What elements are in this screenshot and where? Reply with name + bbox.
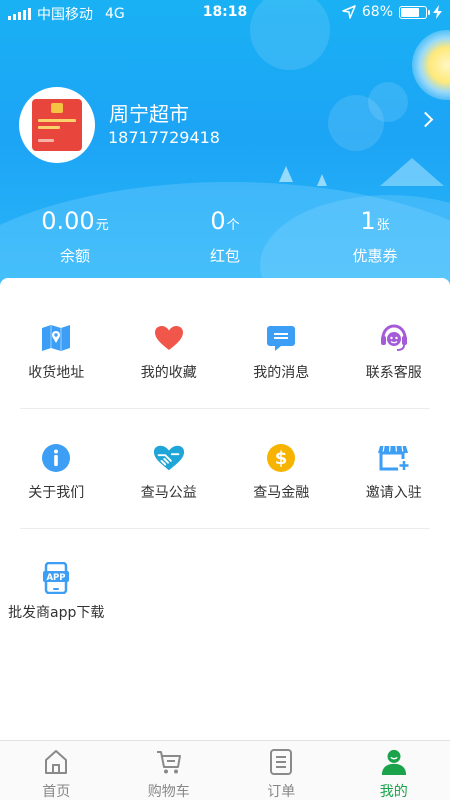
- battery-percent: 68%: [361, 4, 393, 20]
- menu-item-label: 邀请入驻: [365, 485, 422, 501]
- shop-name[interactable]: 周宁超市: [109, 98, 189, 127]
- svg-text:$: $: [275, 448, 288, 469]
- menu-row: APP 批发商app下载: [0, 562, 450, 622]
- menu-item-favorites[interactable]: 我的收藏: [113, 322, 226, 382]
- coupon-value: 1: [360, 207, 376, 235]
- red-packet-label: 红包: [209, 247, 240, 265]
- balance-value: 0.00: [41, 207, 95, 235]
- order-icon: [268, 749, 294, 775]
- mountain-decoration: [380, 158, 444, 186]
- chevron-right-icon[interactable]: [417, 111, 434, 128]
- charging-bolt-icon: [433, 5, 442, 19]
- divider: [20, 408, 430, 409]
- menu-item-charity[interactable]: 查马公益: [113, 442, 226, 502]
- menu-item-customer-service[interactable]: 联系客服: [338, 322, 450, 382]
- tree-decoration: [279, 166, 293, 182]
- store-add-icon: [377, 442, 410, 474]
- stat-red-packet[interactable]: 0个 红包: [160, 207, 290, 266]
- info-icon: [40, 442, 72, 474]
- tab-label: 订单: [267, 784, 296, 800]
- menu-item-finance[interactable]: $ 查马金融: [225, 442, 338, 502]
- app-badge-text: APP: [47, 573, 66, 583]
- menu-item-label: 我的消息: [253, 365, 310, 381]
- menu-item-app-download[interactable]: APP 批发商app下载: [0, 562, 113, 622]
- tab-label: 我的: [379, 784, 408, 800]
- menu-item-label: 批发商app下载: [8, 605, 105, 621]
- tab-label: 购物车: [147, 784, 190, 800]
- location-arrow-icon: [342, 5, 356, 19]
- charity-heart-icon: [153, 442, 185, 474]
- map-icon: [40, 322, 72, 354]
- battery-icon: [399, 5, 430, 19]
- avatar[interactable]: [19, 87, 95, 163]
- balance-unit: 元: [95, 218, 109, 233]
- dollar-icon: $: [265, 442, 297, 474]
- menu-card: 收货地址 我的收藏 我的消息 联系客服 关于我们 查马公益 $ 查马金融 邀请入…: [0, 278, 450, 740]
- sun-decoration: [412, 30, 450, 100]
- stat-coupon[interactable]: 1张 优惠券: [310, 207, 440, 266]
- home-icon: [43, 749, 69, 775]
- message-icon: [265, 322, 297, 354]
- menu-item-label: 查马金融: [253, 485, 310, 501]
- tree-decoration: [317, 174, 327, 186]
- tab-home[interactable]: 首页: [0, 741, 113, 800]
- tab-cart[interactable]: 购物车: [113, 741, 226, 800]
- headset-icon: [378, 322, 410, 354]
- user-icon: [381, 749, 407, 775]
- menu-item-about[interactable]: 关于我们: [0, 442, 113, 502]
- decor-bubble: [368, 82, 408, 122]
- menu-item-label: 联系客服: [365, 365, 422, 381]
- menu-row: 收货地址 我的收藏 我的消息 联系客服: [0, 322, 450, 382]
- cart-icon: [156, 749, 182, 775]
- app-download-icon: APP: [40, 562, 72, 594]
- menu-item-label: 收货地址: [28, 365, 85, 381]
- red-envelope-icon: [32, 99, 82, 151]
- divider: [20, 528, 430, 529]
- menu-item-label: 查马公益: [140, 485, 197, 501]
- heart-icon: [153, 322, 185, 354]
- status-bar: 中国移动 4G 18:18 68%: [0, 0, 450, 26]
- profile-header: 中国移动 4G 18:18 68% 周宁超市 18717729418 0.00元…: [0, 0, 450, 300]
- stat-balance[interactable]: 0.00元 余额: [10, 207, 140, 266]
- menu-item-messages[interactable]: 我的消息: [225, 322, 338, 382]
- menu-row: 关于我们 查马公益 $ 查马金融 邀请入驻: [0, 442, 450, 502]
- tab-mine[interactable]: 我的: [338, 741, 450, 800]
- tab-orders[interactable]: 订单: [225, 741, 338, 800]
- menu-item-address[interactable]: 收货地址: [0, 322, 113, 382]
- coupon-unit: 张: [376, 218, 390, 233]
- tab-label: 首页: [42, 784, 71, 800]
- red-packet-value: 0: [210, 207, 226, 235]
- balance-label: 余额: [59, 247, 90, 265]
- red-packet-unit: 个: [226, 218, 240, 233]
- bottom-tab-bar: 首页 购物车 订单 我的: [0, 740, 450, 800]
- shop-phone: 18717729418: [108, 128, 220, 147]
- menu-item-label: 我的收藏: [140, 365, 197, 381]
- menu-item-label: 关于我们: [28, 485, 85, 501]
- menu-item-invite[interactable]: 邀请入驻: [338, 442, 450, 502]
- coupon-label: 优惠券: [352, 247, 398, 265]
